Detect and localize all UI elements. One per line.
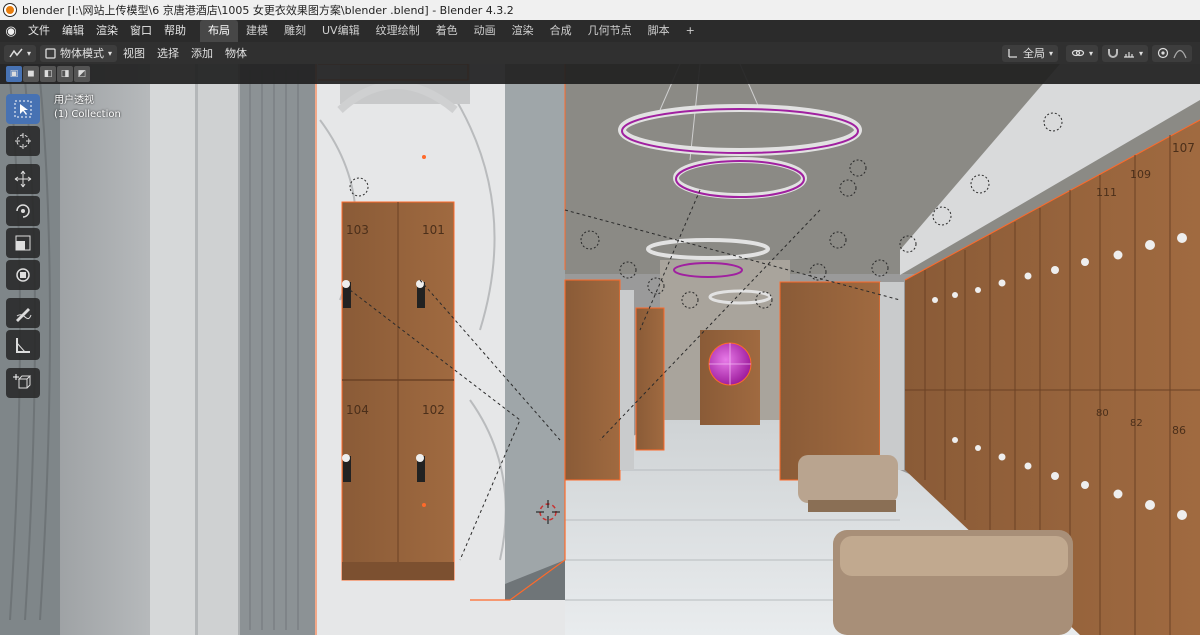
locker-block-mid-right [779, 281, 881, 481]
viewport-tool-header [0, 64, 1200, 84]
view-name: 用户透视 [54, 95, 94, 106]
tool-cursor[interactable] [6, 126, 40, 156]
tool-scale[interactable] [6, 228, 40, 258]
window-titlebar: blender [I:\网站上传模型\6 京唐港酒店\1005 女更衣效果图方案… [0, 0, 1200, 20]
move-icon [14, 170, 32, 188]
falloff-curve-icon [1173, 49, 1187, 59]
selection-mode-buttons: ▣ ◼ ◧ ◨ ◩ [6, 66, 90, 82]
transform-orientation-dropdown[interactable]: 全局 ▾ [1001, 44, 1058, 62]
tool-shelf [6, 94, 40, 398]
chevron-down-icon: ▾ [108, 48, 113, 58]
tool-transform[interactable] [6, 260, 40, 290]
scale-icon [15, 235, 31, 251]
snap-toggle[interactable]: ▾ [1101, 44, 1148, 62]
viewport-info-overlay: 用户透视 (1) Collection [54, 94, 121, 122]
tool-measure[interactable] [6, 330, 40, 360]
object-mode-icon [45, 47, 56, 59]
menu-help[interactable]: 帮助 [158, 20, 192, 42]
select-box-icon [14, 100, 32, 118]
measure-icon [16, 338, 30, 353]
tab-texture-paint[interactable]: 纹理绘制 [368, 20, 428, 42]
menu-view[interactable]: 视图 [117, 45, 151, 61]
menu-object[interactable]: 物体 [219, 45, 253, 61]
menu-add[interactable]: 添加 [185, 45, 219, 61]
tool-annotate[interactable] [6, 298, 40, 328]
tab-animation[interactable]: 动画 [466, 20, 504, 42]
blender-menu-icon[interactable]: ◉ [0, 20, 22, 42]
menu-select[interactable]: 选择 [151, 45, 185, 61]
locker-number: 109 [1130, 168, 1151, 181]
locker-number: 107 [1172, 141, 1195, 155]
bench-ottoman [798, 455, 898, 512]
select-extend-icon[interactable]: ◼ [23, 66, 39, 82]
editor-type-icon [9, 48, 23, 58]
rotate-icon [16, 204, 30, 218]
transform-icon [16, 268, 30, 282]
3d-viewport[interactable]: 103 101 104 102 107 109 111 80 82 86 [0, 64, 1200, 635]
tab-layout[interactable]: 布局 [200, 20, 238, 42]
proportional-edit-icon [1157, 47, 1169, 59]
top-menubar: ◉ 文件 编辑 渲染 窗口 帮助 布局 建模 雕刻 UV编辑 纹理绘制 着色 动… [0, 20, 1200, 42]
tab-uv-editing[interactable]: UV编辑 [314, 20, 368, 42]
menu-render[interactable]: 渲染 [90, 20, 124, 42]
menu-file[interactable]: 文件 [22, 20, 56, 42]
tab-sculpting[interactable]: 雕刻 [276, 20, 314, 42]
link-icon [1071, 49, 1085, 57]
tab-modeling[interactable]: 建模 [238, 20, 276, 42]
locker-number: 101 [422, 223, 445, 237]
scene-render: 103 101 104 102 107 109 111 80 82 86 [0, 64, 1200, 635]
add-cube-icon [13, 374, 32, 389]
tab-geometry-nodes[interactable]: 几何节点 [580, 20, 640, 42]
locker-block-front [341, 201, 455, 581]
locker-number: 80 [1096, 408, 1109, 419]
tab-shading[interactable]: 着色 [428, 20, 466, 42]
select-intersect-icon[interactable]: ◩ [74, 66, 90, 82]
proportional-edit-button[interactable] [1152, 44, 1192, 62]
orientation-axes-icon [1008, 49, 1017, 58]
tab-scripting[interactable]: 脚本 [640, 20, 678, 42]
annotate-icon [16, 308, 32, 322]
window-title: blender [I:\网站上传模型\6 京唐港酒店\1005 女更衣效果图方案… [22, 4, 514, 17]
editor-type-button[interactable]: ▾ [4, 44, 37, 62]
tool-add-cube[interactable] [6, 368, 40, 398]
add-workspace-button[interactable]: + [678, 20, 703, 42]
locker-number: 104 [346, 403, 369, 417]
viewport-header: ▾ 物体模式 ▾ 视图 选择 添加 物体 全局 ▾ ▾ ▾ [0, 42, 1200, 64]
orientation-label: 全局 [1022, 47, 1045, 60]
select-invert-icon[interactable]: ◨ [57, 66, 73, 82]
blender-logo-icon [4, 4, 16, 16]
locker-number: 111 [1096, 186, 1117, 199]
locker-number: 82 [1130, 418, 1143, 429]
select-subtract-icon[interactable]: ◧ [40, 66, 56, 82]
locker-number: 102 [422, 403, 445, 417]
tool-move[interactable] [6, 164, 40, 194]
snap-increment-icon [1123, 52, 1134, 58]
locker-number: 103 [346, 223, 369, 237]
tab-compositing[interactable]: 合成 [542, 20, 580, 42]
tool-rotate[interactable] [6, 196, 40, 226]
mode-label: 物体模式 [60, 47, 105, 60]
collection-name: (1) Collection [54, 109, 121, 120]
bench-ottoman [833, 530, 1073, 635]
tool-select-box[interactable] [6, 94, 40, 124]
pivot-point-dropdown[interactable]: ▾ [1065, 44, 1098, 62]
cursor-icon [15, 133, 31, 149]
select-new-icon[interactable]: ▣ [6, 66, 22, 82]
mode-dropdown[interactable]: 物体模式 ▾ [40, 44, 118, 62]
locker-number: 86 [1172, 424, 1186, 437]
menu-edit[interactable]: 编辑 [56, 20, 90, 42]
tab-rendering[interactable]: 渲染 [504, 20, 542, 42]
menu-window[interactable]: 窗口 [124, 20, 158, 42]
magnet-icon [1107, 49, 1118, 58]
locker-block-mid-left [564, 279, 621, 481]
